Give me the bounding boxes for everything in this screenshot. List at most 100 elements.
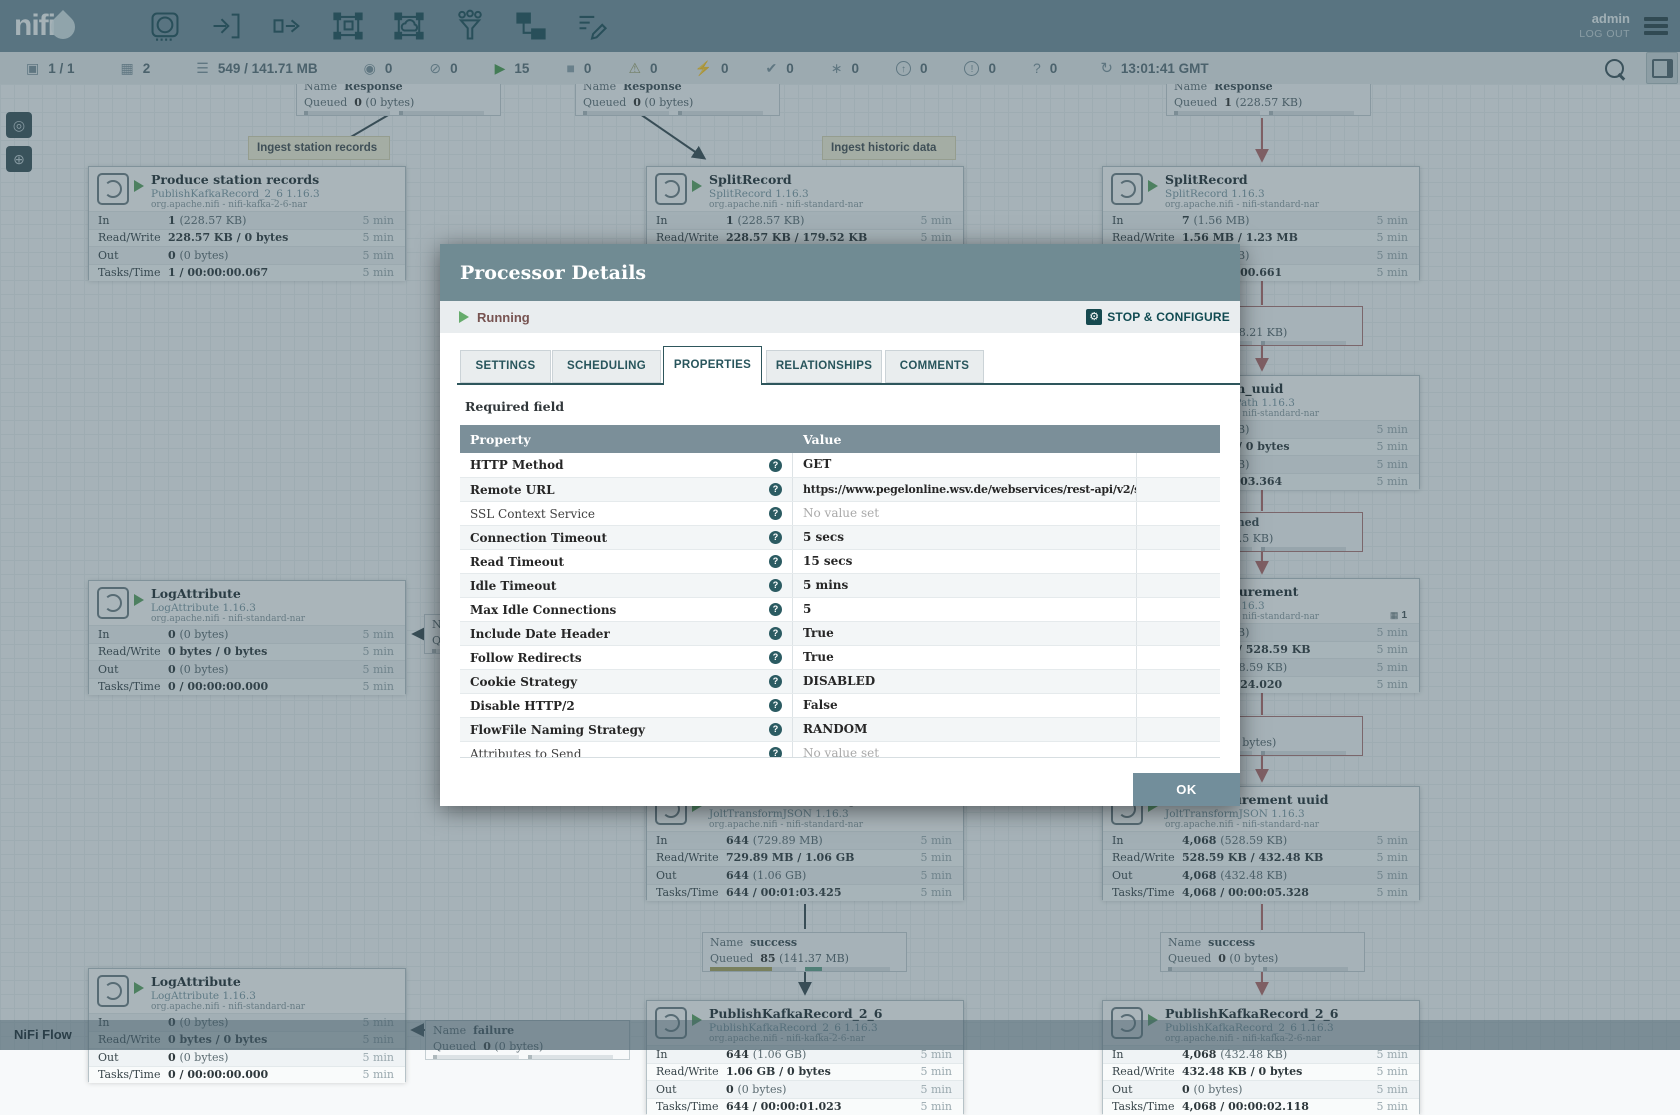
property-value[interactable]: DISABLED	[793, 670, 1137, 693]
help-icon[interactable]: ?	[769, 675, 782, 688]
property-value[interactable]: 5 mins	[793, 574, 1137, 597]
stat-label: Tasks/Time	[89, 1068, 168, 1081]
stat-window: 5 min	[1376, 1100, 1419, 1113]
property-row[interactable]: Attributes to Send?No value set	[460, 741, 1220, 758]
property-row[interactable]: Idle Timeout?5 mins	[460, 573, 1220, 597]
property-column-header: Property	[460, 432, 793, 447]
property-row[interactable]: FlowFile Naming Strategy?RANDOM	[460, 717, 1220, 741]
properties-table-header: Property Value	[460, 425, 1220, 453]
property-name-cell: Attributes to Send?	[460, 742, 793, 758]
stat-window: 5 min	[1376, 1083, 1419, 1096]
help-icon[interactable]: ?	[769, 651, 782, 664]
property-name-cell: HTTP Method?	[460, 453, 793, 477]
required-field-label: Required field	[465, 399, 564, 414]
property-row[interactable]: Include Date Header? True	[460, 621, 1220, 645]
property-name: Disable HTTP/2	[470, 699, 769, 713]
stat-row: Out0 (0 bytes)5 min	[647, 1080, 963, 1098]
stat-row: Tasks/Time0 / 00:00:00.0005 min	[89, 1066, 405, 1084]
property-row[interactable]: Remote URL?https://www.pegelonline.wsv.d…	[460, 477, 1220, 501]
property-extra-cell	[1137, 646, 1220, 669]
gear-icon: ⚙	[1086, 309, 1102, 325]
ok-button[interactable]: OK	[1133, 773, 1240, 806]
stop-and-configure-button[interactable]: ⚙ STOP & CONFIGURE	[1086, 309, 1230, 325]
stat-label: Read/Write	[647, 1065, 726, 1078]
processor-stats: In644 (1.06 GB)5 minRead/Write1.06 GB / …	[647, 1045, 963, 1115]
property-row[interactable]: SSL Context Service? No value set	[460, 501, 1220, 525]
tab-scheduling[interactable]: SCHEDULING	[552, 350, 661, 383]
property-value[interactable]: No value set	[793, 502, 1137, 525]
stat-window: 5 min	[362, 1068, 405, 1081]
property-row[interactable]: Connection Timeout? 5 secs	[460, 525, 1220, 549]
tab-comments[interactable]: COMMENTS	[885, 350, 984, 383]
stat-row: Tasks/Time4,068 / 00:00:02.1185 min	[1103, 1098, 1419, 1115]
stat-window: 5 min	[1376, 1065, 1419, 1078]
tab-settings[interactable]: SETTINGS	[460, 350, 551, 383]
queue-bars	[433, 1055, 622, 1059]
tab-properties[interactable]: PROPERTIES	[663, 346, 762, 385]
stat-window: 5 min	[920, 1100, 963, 1113]
property-value[interactable]: 5 secs	[793, 526, 1137, 549]
help-icon[interactable]: ?	[769, 699, 782, 712]
property-value[interactable]: True	[793, 622, 1137, 645]
stat-value: 4,068 / 00:00:02.118	[1182, 1100, 1376, 1113]
stat-label: Out	[89, 1051, 168, 1064]
property-extra-cell	[1137, 478, 1220, 501]
property-extra-cell	[1137, 526, 1220, 549]
help-icon[interactable]: ?	[769, 531, 782, 544]
help-icon[interactable]: ?	[769, 555, 782, 568]
property-row[interactable]: Disable HTTP/2? False	[460, 693, 1220, 717]
property-name: Connection Timeout	[470, 531, 769, 545]
help-icon[interactable]: ?	[769, 603, 782, 616]
help-icon[interactable]: ?	[769, 747, 782, 758]
stat-value: 0 / 00:00:00.000	[168, 1068, 362, 1081]
stat-value: 0 (0 bytes)	[726, 1083, 920, 1096]
help-icon[interactable]: ?	[769, 483, 782, 496]
property-value[interactable]: True	[793, 646, 1137, 669]
property-row[interactable]: Max Idle Connections?5	[460, 597, 1220, 621]
property-name: Attributes to Send	[470, 747, 769, 759]
property-extra-cell	[1137, 598, 1220, 621]
property-name: HTTP Method	[470, 458, 769, 472]
dialog-title: Processor Details	[460, 262, 646, 284]
property-extra-cell	[1137, 453, 1220, 477]
property-name: Follow Redirects	[470, 651, 769, 665]
property-extra-cell	[1137, 742, 1220, 758]
property-value[interactable]: 15 secs	[793, 550, 1137, 573]
help-icon[interactable]: ?	[769, 627, 782, 640]
property-value[interactable]: No value set	[793, 742, 1137, 758]
property-value[interactable]: GET	[793, 453, 1137, 477]
tab-relationships[interactable]: RELATIONSHIPS	[766, 350, 882, 383]
property-extra-cell	[1137, 694, 1220, 717]
help-icon[interactable]: ?	[769, 459, 782, 472]
run-status-label: Running	[477, 310, 530, 325]
property-row[interactable]: Cookie Strategy?DISABLED	[460, 669, 1220, 693]
stat-window: 5 min	[920, 1083, 963, 1096]
properties-table: Property Value HTTP Method?GETRemote URL…	[460, 425, 1220, 758]
stat-label: Out	[1103, 1083, 1182, 1096]
property-value[interactable]: RANDOM	[793, 718, 1137, 741]
stat-label: Tasks/Time	[1103, 1100, 1182, 1113]
property-row[interactable]: Follow Redirects?True	[460, 645, 1220, 669]
help-icon[interactable]: ?	[769, 723, 782, 736]
property-row[interactable]: Read Timeout?15 secs	[460, 549, 1220, 573]
property-name-cell: FlowFile Naming Strategy?	[460, 718, 793, 741]
stat-row: Read/Write1.06 GB / 0 bytes5 min	[647, 1063, 963, 1081]
property-extra-cell	[1137, 670, 1220, 693]
property-name-cell: Remote URL?	[460, 478, 793, 501]
help-icon[interactable]: ?	[769, 579, 782, 592]
property-value[interactable]: https://www.pegelonline.wsv.de/webservic…	[793, 478, 1137, 501]
properties-table-body: HTTP Method?GETRemote URL?https://www.pe…	[460, 453, 1220, 758]
stat-value: 432.48 KB / 0 bytes	[1182, 1065, 1376, 1078]
property-name: Include Date Header	[470, 627, 769, 641]
dialog-header: Processor Details	[440, 244, 1240, 301]
property-value[interactable]: False	[793, 694, 1137, 717]
property-extra-cell	[1137, 718, 1220, 741]
property-row[interactable]: HTTP Method?GET	[460, 453, 1220, 477]
property-name-cell: Follow Redirects?	[460, 646, 793, 669]
property-extra-cell	[1137, 502, 1220, 525]
queue-bar	[528, 1055, 614, 1059]
processor-details-dialog: Processor Details Running ⚙ STOP & CONFI…	[440, 244, 1240, 806]
property-value[interactable]: 5	[793, 598, 1137, 621]
help-icon[interactable]: ?	[769, 507, 782, 520]
property-name: SSL Context Service	[470, 507, 769, 521]
